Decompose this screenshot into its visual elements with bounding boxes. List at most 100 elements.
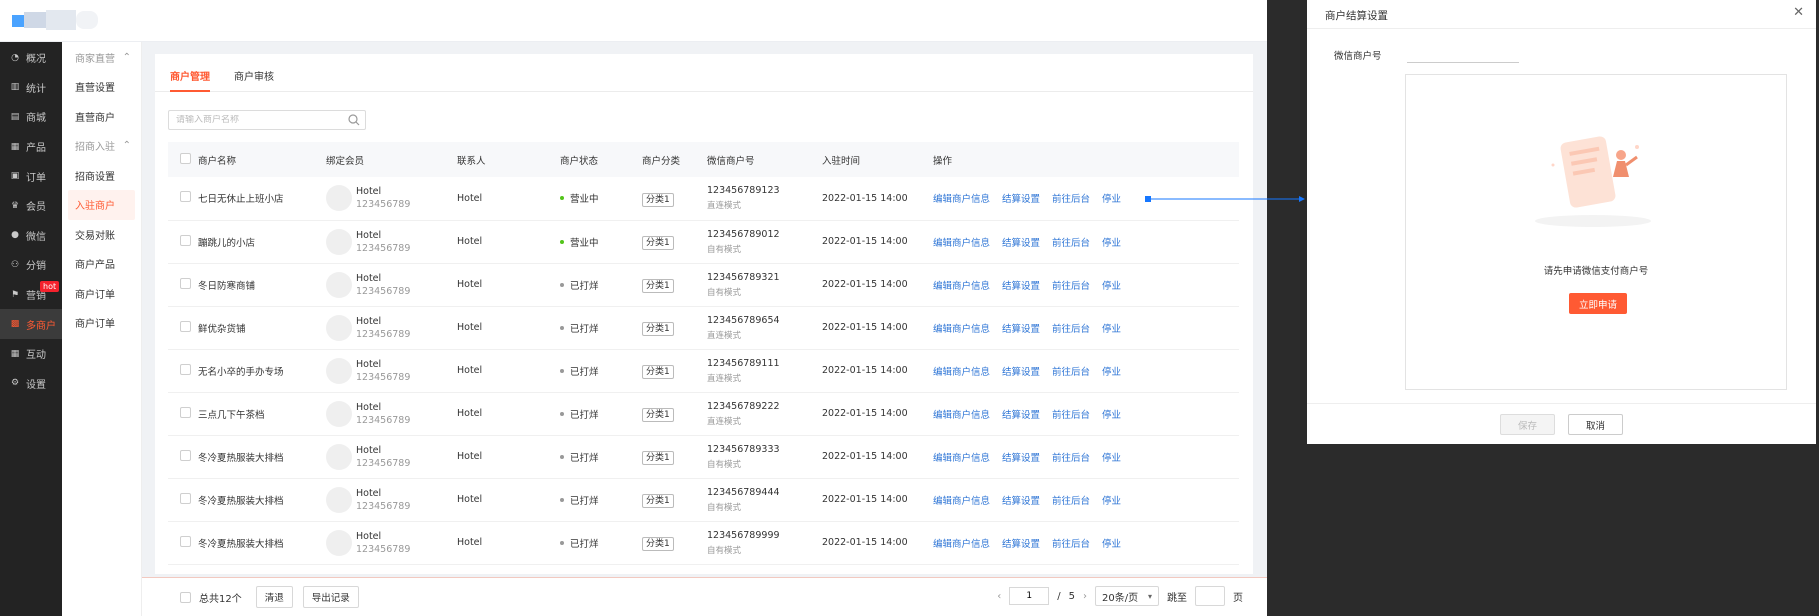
- clear-button[interactable]: 清退: [255, 586, 293, 608]
- prev-page-icon[interactable]: ‹: [997, 591, 1001, 602]
- ops-cell: 编辑商户信息 结算设置 前往后台 停业: [933, 478, 1239, 522]
- settlement-settings-link[interactable]: 结算设置: [1002, 194, 1040, 205]
- row-checkbox[interactable]: [180, 277, 191, 289]
- row-checkbox[interactable]: [180, 320, 191, 332]
- search-icon[interactable]: [347, 113, 361, 127]
- ops-cell: 编辑商户信息 结算设置 前往后台 停业: [933, 521, 1239, 565]
- nav-item-3[interactable]: ▦ 产品: [0, 132, 62, 162]
- subnav-item-invite-settings[interactable]: 招商设置: [62, 161, 141, 190]
- nav-item-4[interactable]: ▣ 订单: [0, 161, 62, 191]
- row-checkbox[interactable]: [180, 234, 191, 246]
- row-checkbox[interactable]: [180, 449, 191, 461]
- subnav-item-direct-settings[interactable]: 直营设置: [62, 72, 141, 101]
- nav-item-0[interactable]: ◔ 概况: [0, 43, 62, 73]
- search-input[interactable]: [169, 115, 347, 125]
- member-info: Hotel 123456789: [356, 186, 410, 210]
- goto-backend-link[interactable]: 前往后台: [1052, 453, 1090, 464]
- goto-backend-link[interactable]: 前往后台: [1052, 410, 1090, 421]
- nav-item-6[interactable]: ● 微信: [0, 221, 62, 251]
- suspend-link[interactable]: 停业: [1102, 453, 1121, 464]
- suspend-link[interactable]: 停业: [1102, 238, 1121, 249]
- goto-backend-link[interactable]: 前往后台: [1052, 324, 1090, 335]
- category-tag: 分类1: [642, 192, 674, 207]
- page-size-select[interactable]: 20条/页 ▾: [1095, 586, 1159, 606]
- row-checkbox[interactable]: [180, 191, 191, 203]
- jump-input[interactable]: [1195, 586, 1225, 606]
- status-cell: 已打烊: [560, 263, 642, 307]
- edit-merchant-link[interactable]: 编辑商户信息: [933, 194, 990, 205]
- settlement-settings-link[interactable]: 结算设置: [1002, 238, 1040, 249]
- select-all-checkbox[interactable]: [180, 152, 191, 164]
- suspend-link[interactable]: 停业: [1102, 496, 1121, 507]
- close-icon[interactable]: ✕: [1793, 5, 1804, 20]
- table-row: 鲜优杂货铺 Hotel 123456789 Hotel 已打烊 分类1 1234567896…: [168, 306, 1239, 350]
- suspend-link[interactable]: 停业: [1102, 539, 1121, 550]
- suspend-link[interactable]: 停业: [1102, 194, 1121, 205]
- settlement-settings-link[interactable]: 结算设置: [1002, 367, 1040, 378]
- row-checkbox[interactable]: [180, 363, 191, 375]
- hot-badge: hot: [40, 280, 60, 292]
- row-select-cell: [168, 177, 198, 221]
- category-cell: 分类1: [642, 177, 707, 221]
- save-button[interactable]: 保存: [1500, 414, 1555, 435]
- apply-now-button[interactable]: 立即申请: [1569, 293, 1627, 314]
- edit-merchant-link[interactable]: 编辑商户信息: [933, 453, 990, 464]
- settlement-settings-link[interactable]: 结算设置: [1002, 281, 1040, 292]
- nav-item-10[interactable]: ▦ 互动: [0, 339, 62, 369]
- nav-item-5[interactable]: ♛ 会员: [0, 191, 62, 221]
- nav-item-2[interactable]: ▤ 商城: [0, 102, 62, 132]
- row-checkbox[interactable]: [180, 406, 191, 418]
- settlement-settings-link[interactable]: 结算设置: [1002, 324, 1040, 335]
- nav-item-7[interactable]: ⚇ 分销: [0, 250, 62, 280]
- edit-merchant-link[interactable]: 编辑商户信息: [933, 539, 990, 550]
- edit-merchant-link[interactable]: 编辑商户信息: [933, 281, 990, 292]
- cancel-button[interactable]: 取消: [1568, 414, 1623, 435]
- suspend-link[interactable]: 停业: [1102, 367, 1121, 378]
- suspend-link[interactable]: 停业: [1102, 324, 1121, 335]
- nav-item-11[interactable]: ⚙ 设置: [0, 369, 62, 399]
- wx-merchant-input[interactable]: [1407, 47, 1519, 63]
- suspend-link[interactable]: 停业: [1102, 281, 1121, 292]
- export-button[interactable]: 导出记录: [302, 586, 359, 608]
- settlement-settings-link[interactable]: 结算设置: [1002, 453, 1040, 464]
- nav-item-1[interactable]: ▥ 统计: [0, 73, 62, 103]
- goto-backend-link[interactable]: 前往后台: [1052, 496, 1090, 507]
- member-icon: ♛: [10, 200, 20, 211]
- settlement-settings-link[interactable]: 结算设置: [1002, 496, 1040, 507]
- member-block: Hotel 123456789: [326, 400, 457, 427]
- goto-backend-link[interactable]: 前往后台: [1052, 281, 1090, 292]
- edit-merchant-link[interactable]: 编辑商户信息: [933, 410, 990, 421]
- edit-merchant-link[interactable]: 编辑商户信息: [933, 324, 990, 335]
- goto-backend-link[interactable]: 前往后台: [1052, 238, 1090, 249]
- goto-backend-link[interactable]: 前往后台: [1052, 367, 1090, 378]
- row-checkbox[interactable]: [180, 535, 191, 547]
- goto-backend-link[interactable]: 前往后台: [1052, 194, 1090, 205]
- category-tag: 分类1: [642, 365, 674, 379]
- nav-item-9[interactable]: ▩ 多商户: [0, 309, 62, 339]
- subnav-item-merchants[interactable]: 入驻商户: [68, 190, 135, 220]
- subnav-item-orders[interactable]: 商户订单: [62, 278, 141, 307]
- nav-item-8[interactable]: ⚑ 营销 hot: [0, 280, 62, 310]
- subnav-group-invite[interactable]: 招商入驻 ⌃: [62, 131, 141, 161]
- subnav-item-direct-merchants[interactable]: 直营商户: [62, 101, 141, 130]
- next-page-icon[interactable]: ›: [1083, 591, 1087, 602]
- subnav-group-direct[interactable]: 商家直营 ⌃: [62, 42, 141, 72]
- subnav-item-products[interactable]: 商户产品: [62, 249, 141, 278]
- edit-merchant-link[interactable]: 编辑商户信息: [933, 496, 990, 507]
- settlement-settings-link[interactable]: 结算设置: [1002, 539, 1040, 550]
- suspend-link[interactable]: 停业: [1102, 410, 1121, 421]
- edit-merchant-link[interactable]: 编辑商户信息: [933, 367, 990, 378]
- wx-block: 123456789999 自有模式: [707, 530, 822, 556]
- member-cell: Hotel 123456789: [326, 220, 457, 264]
- footer-select-all-checkbox[interactable]: [180, 591, 191, 603]
- subnav-item-orders-2[interactable]: 商户订单: [62, 308, 141, 337]
- settlement-settings-link[interactable]: 结算设置: [1002, 410, 1040, 421]
- edit-merchant-link[interactable]: 编辑商户信息: [933, 238, 990, 249]
- search-box: [168, 110, 366, 130]
- goto-backend-link[interactable]: 前往后台: [1052, 539, 1090, 550]
- tab-merchant-management[interactable]: 商户管理: [170, 54, 222, 92]
- row-checkbox[interactable]: [180, 492, 191, 504]
- tab-merchant-review[interactable]: 商户审核: [222, 54, 286, 91]
- page-input[interactable]: [1009, 587, 1050, 605]
- subnav-item-reconcile[interactable]: 交易对账: [62, 220, 141, 249]
